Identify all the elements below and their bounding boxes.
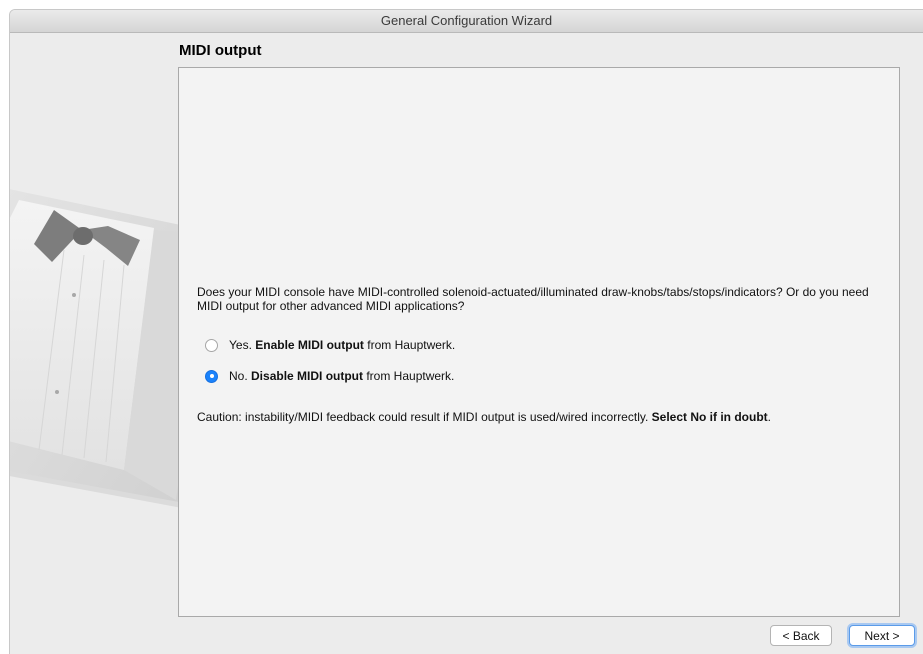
window-title: General Configuration Wizard: [10, 10, 923, 33]
radio-option-enable[interactable]: Yes. Enable MIDI output from Hauptwerk.: [205, 337, 455, 353]
question-text: Does your MIDI console have MIDI-control…: [197, 285, 869, 313]
next-button[interactable]: Next >: [849, 625, 915, 646]
page-title: MIDI output: [179, 42, 262, 59]
radio-option-disable[interactable]: No. Disable MIDI output from Hauptwerk.: [205, 368, 454, 384]
caution-text: Caution: instability/MIDI feedback could…: [197, 410, 771, 424]
radio-button-selected[interactable]: [205, 369, 218, 383]
radio-button-unselected[interactable]: [205, 338, 218, 352]
wizard-window: General Configuration Wizard MIDI output…: [10, 10, 923, 654]
radio-label-disable: No. Disable MIDI output from Hauptwerk.: [229, 369, 455, 383]
radio-label-enable: Yes. Enable MIDI output from Hauptwerk.: [229, 338, 456, 352]
back-button[interactable]: < Back: [770, 625, 832, 646]
content-panel: Does your MIDI console have MIDI-control…: [178, 67, 900, 617]
